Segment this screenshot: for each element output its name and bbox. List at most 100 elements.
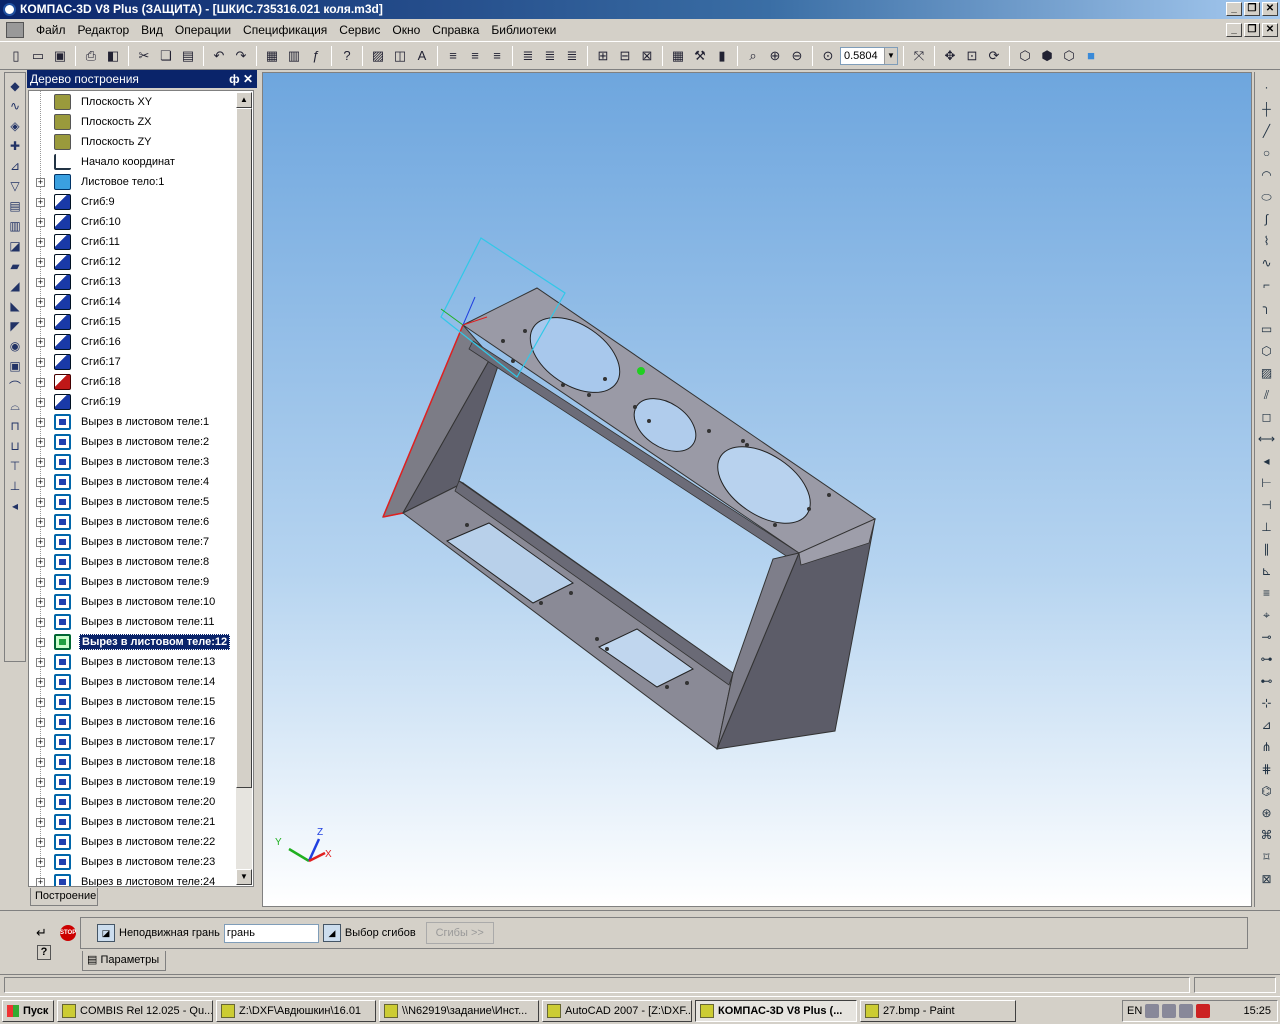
param-icon-3[interactable]: ⊥ xyxy=(1258,518,1276,536)
expand-icon[interactable]: + xyxy=(36,817,45,827)
rib-tool-icon[interactable]: ⊤ xyxy=(6,457,24,475)
param-icon-19[interactable]: ⊠ xyxy=(1258,870,1276,888)
taskbar-button[interactable]: Z:\DXF\Авдюшкин\16.01 xyxy=(216,999,376,1022)
bend-select-icon[interactable]: ◢ xyxy=(322,924,341,942)
report-icon-2[interactable]: ⊟ xyxy=(615,46,635,66)
expand-icon[interactable]: + xyxy=(36,857,45,867)
tree-item[interactable]: + Листовое тело:1 xyxy=(29,172,239,192)
tree-item[interactable]: + Вырез в листовом теле:9 xyxy=(29,572,239,592)
param-icon-16[interactable]: ⊛ xyxy=(1258,804,1276,822)
tray-icon-4[interactable] xyxy=(1196,1004,1211,1018)
param-icon-18[interactable]: ⌑ xyxy=(1258,848,1276,866)
redo-icon[interactable]: ↷ xyxy=(231,46,251,66)
hole-tool-icon[interactable]: ◉ xyxy=(6,337,24,355)
tree-item[interactable]: + Сгиб:10 xyxy=(29,212,239,232)
taskbar-button[interactable]: КОМПАС-3D V8 Plus (... xyxy=(695,999,857,1022)
document-icon[interactable] xyxy=(6,22,24,38)
cut-tool-icon[interactable]: ▣ xyxy=(6,357,24,375)
spec-icon-4[interactable]: ≣ xyxy=(518,46,538,66)
variables-icon[interactable]: ƒ xyxy=(306,46,326,66)
expand-icon[interactable]: + xyxy=(36,677,45,687)
bars-icon[interactable]: ▮ xyxy=(712,46,732,66)
expand-icon[interactable]: + xyxy=(36,277,45,287)
open-icon[interactable]: ▭ xyxy=(28,46,48,66)
new-icon[interactable]: ▯ xyxy=(6,46,26,66)
tree-item[interactable]: + Вырез в листовом теле:23 xyxy=(29,852,239,872)
param-icon-13[interactable]: ⋔ xyxy=(1258,738,1276,756)
menu-edit[interactable]: Редактор xyxy=(72,23,136,37)
tree-item[interactable]: + Вырез в листовом теле:12 xyxy=(29,632,239,652)
param-icon-17[interactable]: ⌘ xyxy=(1258,826,1276,844)
menu-window[interactable]: Окно xyxy=(386,23,426,37)
expand-icon[interactable]: + xyxy=(36,737,45,747)
restore-button[interactable]: ❐ xyxy=(1244,2,1260,16)
expand-icon[interactable]: + xyxy=(36,377,45,387)
menu-specification[interactable]: Спецификация xyxy=(237,23,333,37)
menu-operations[interactable]: Операции xyxy=(169,23,237,37)
bends-button[interactable]: Сгибы >> xyxy=(425,922,494,944)
expand-icon[interactable]: + xyxy=(36,657,45,667)
tree-item[interactable]: + Сгиб:19 xyxy=(29,392,239,412)
expand-icon[interactable]: + xyxy=(36,517,45,527)
tree-item[interactable]: + Сгиб:18 xyxy=(29,372,239,392)
tree-item[interactable]: Плоскость ZX xyxy=(29,112,239,132)
tab-construction[interactable]: Построение xyxy=(30,888,98,906)
segment-icon[interactable]: ╱ xyxy=(1258,122,1276,140)
expand-icon[interactable]: + xyxy=(36,217,45,227)
taskbar-button[interactable]: COMBIS Rel 12.025 - Qu... xyxy=(57,999,213,1022)
zoom-out-icon[interactable]: ⊖ xyxy=(787,46,807,66)
arc-icon[interactable]: ◠ xyxy=(1258,166,1276,184)
contour-icon[interactable]: ◻ xyxy=(1258,408,1276,426)
zoom-input[interactable]: 0.5804 ▼ xyxy=(840,46,898,65)
fixed-face-icon[interactable]: ◪ xyxy=(97,924,115,942)
tree-item[interactable]: + Сгиб:12 xyxy=(29,252,239,272)
tree-item[interactable]: + Сгиб:11 xyxy=(29,232,239,252)
fillet-icon[interactable]: ╮ xyxy=(1258,298,1276,316)
start-button[interactable]: Пуск xyxy=(2,999,54,1022)
library-icon[interactable]: ▥ xyxy=(284,46,304,66)
louver-tool-icon[interactable]: ⊔ xyxy=(6,437,24,455)
model-viewport[interactable]: Y Z X xyxy=(262,72,1252,907)
zoom-scale-icon[interactable]: ⊙ xyxy=(818,46,838,66)
expand-icon[interactable]: + xyxy=(36,597,45,607)
expand-icon[interactable]: + xyxy=(36,537,45,547)
tree-item[interactable]: + Вырез в листовом теле:18 xyxy=(29,752,239,772)
tree-item[interactable]: + Вырез в листовом теле:24 xyxy=(29,872,239,886)
close-button[interactable]: ✕ xyxy=(1262,2,1278,16)
menu-libraries[interactable]: Библиотеки xyxy=(485,23,562,37)
menu-view[interactable]: Вид xyxy=(135,23,169,37)
doc-restore-button[interactable]: ❐ xyxy=(1244,23,1260,37)
expand-icon[interactable]: + xyxy=(36,757,45,767)
tree-item[interactable]: + Вырез в листовом теле:8 xyxy=(29,552,239,572)
report-panel-icon[interactable]: ▥ xyxy=(6,217,24,235)
tree-item[interactable]: + Сгиб:9 xyxy=(29,192,239,212)
hidden-lines-icon[interactable]: ⬢ xyxy=(1037,46,1057,66)
expand-icon[interactable]: + xyxy=(36,417,45,427)
expand-icon[interactable]: + xyxy=(36,317,45,327)
expand-icon[interactable]: + xyxy=(36,457,45,467)
expand-icon[interactable]: + xyxy=(36,237,45,247)
tree-item[interactable]: + Сгиб:16 xyxy=(29,332,239,352)
taskbar-button[interactable]: \\N62919\задание\Инст... xyxy=(379,999,539,1022)
expand-icon[interactable]: + xyxy=(36,357,45,367)
layers-icon[interactable]: ▨ xyxy=(368,46,388,66)
tree-item[interactable]: + Вырез в листовом теле:17 xyxy=(29,732,239,752)
more-tools-icon[interactable]: ◂ xyxy=(6,497,24,515)
circle-icon[interactable]: ○ xyxy=(1258,144,1276,162)
spatial-curves-icon[interactable]: ∿ xyxy=(6,97,24,115)
model-view[interactable]: Y Z X xyxy=(263,73,1252,907)
minimize-button[interactable]: _ xyxy=(1226,2,1242,16)
rotate-icon[interactable]: ⟳ xyxy=(984,46,1004,66)
text-icon[interactable]: A xyxy=(412,46,432,66)
orientation-icon[interactable]: ⤧ xyxy=(909,46,929,66)
sheet-body-tool-icon[interactable]: ▰ xyxy=(6,257,24,275)
pin-icon[interactable]: ф xyxy=(229,72,240,86)
stamp-tool-icon[interactable]: ⊓ xyxy=(6,417,24,435)
expand-icon[interactable]: + xyxy=(36,797,45,807)
param-icon-14[interactable]: ⋕ xyxy=(1258,760,1276,778)
tool-icon[interactable]: ⚒ xyxy=(690,46,710,66)
tree-item[interactable]: + Вырез в листовом теле:5 xyxy=(29,492,239,512)
rectangle-icon[interactable]: ▭ xyxy=(1258,320,1276,338)
spec-icon-3[interactable]: ≡ xyxy=(487,46,507,66)
spline-icon[interactable]: ∫ xyxy=(1258,210,1276,228)
